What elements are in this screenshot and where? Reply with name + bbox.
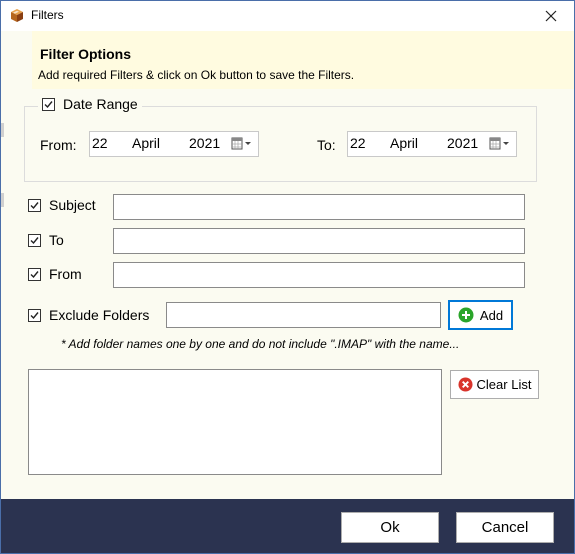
excluded-folders-list[interactable] <box>28 369 442 475</box>
ok-button[interactable]: Ok <box>341 512 439 543</box>
calendar-dropdown-icon[interactable] <box>489 136 513 152</box>
edge-mark <box>1 193 4 207</box>
from-toggle[interactable]: From <box>28 266 82 282</box>
cancel-button[interactable]: Cancel <box>456 512 554 543</box>
title-bar: Filters <box>1 1 574 31</box>
date-range-toggle[interactable]: Date Range <box>38 96 142 112</box>
to-month[interactable]: April <box>390 135 418 151</box>
subject-label: Subject <box>49 197 96 213</box>
to-date-label: To: <box>317 137 336 153</box>
x-circle-icon <box>458 377 473 392</box>
from-day[interactable]: 22 <box>92 135 108 151</box>
close-button[interactable] <box>528 1 574 31</box>
to-toggle[interactable]: To <box>28 232 64 248</box>
clear-list-label: Clear List <box>476 377 532 392</box>
dialog-footer: Ok Cancel <box>1 499 574 553</box>
close-icon <box>545 10 557 22</box>
from-label: From <box>49 266 82 282</box>
add-button[interactable]: Add <box>448 300 513 330</box>
to-checkbox[interactable] <box>28 233 41 247</box>
from-year[interactable]: 2021 <box>189 135 220 151</box>
from-date-label: From: <box>40 137 77 153</box>
date-range-label: Date Range <box>63 96 138 112</box>
calendar-dropdown-icon[interactable] <box>231 136 255 152</box>
to-year[interactable]: 2021 <box>447 135 478 151</box>
add-button-label: Add <box>479 307 504 323</box>
subject-toggle[interactable]: Subject <box>28 197 96 213</box>
from-month[interactable]: April <box>132 135 160 151</box>
folder-hint: * Add folder names one by one and do not… <box>61 337 460 351</box>
cancel-button-label: Cancel <box>481 519 529 536</box>
app-box-icon <box>10 9 24 22</box>
from-checkbox[interactable] <box>28 267 41 281</box>
to-label: To <box>49 232 64 248</box>
date-range-checkbox[interactable] <box>42 97 55 111</box>
from-date-picker[interactable]: 22 April 2021 <box>89 131 259 157</box>
dialog-content: Filter Options Add required Filters & cl… <box>1 31 574 499</box>
exclude-folders-label: Exclude Folders <box>49 307 150 323</box>
ok-button-label: Ok <box>380 519 400 536</box>
header-panel: Filter Options Add required Filters & cl… <box>32 31 574 89</box>
clear-list-button[interactable]: Clear List <box>450 370 539 399</box>
to-input[interactable] <box>113 228 525 254</box>
exclude-folders-input[interactable] <box>166 302 441 328</box>
subject-checkbox[interactable] <box>28 198 41 212</box>
window-title: Filters <box>31 8 64 22</box>
exclude-folders-checkbox[interactable] <box>28 308 41 322</box>
page-subtitle: Add required Filters & click on Ok butto… <box>38 68 355 82</box>
filters-dialog: Filters Filter Options Add required Filt… <box>0 0 575 554</box>
to-date-picker[interactable]: 22 April 2021 <box>347 131 517 157</box>
subject-input[interactable] <box>113 194 525 220</box>
exclude-folders-toggle[interactable]: Exclude Folders <box>28 307 149 323</box>
edge-mark <box>1 123 4 137</box>
page-title: Filter Options <box>40 46 131 62</box>
from-input[interactable] <box>113 262 525 288</box>
to-day[interactable]: 22 <box>350 135 366 151</box>
plus-circle-icon <box>458 307 474 323</box>
